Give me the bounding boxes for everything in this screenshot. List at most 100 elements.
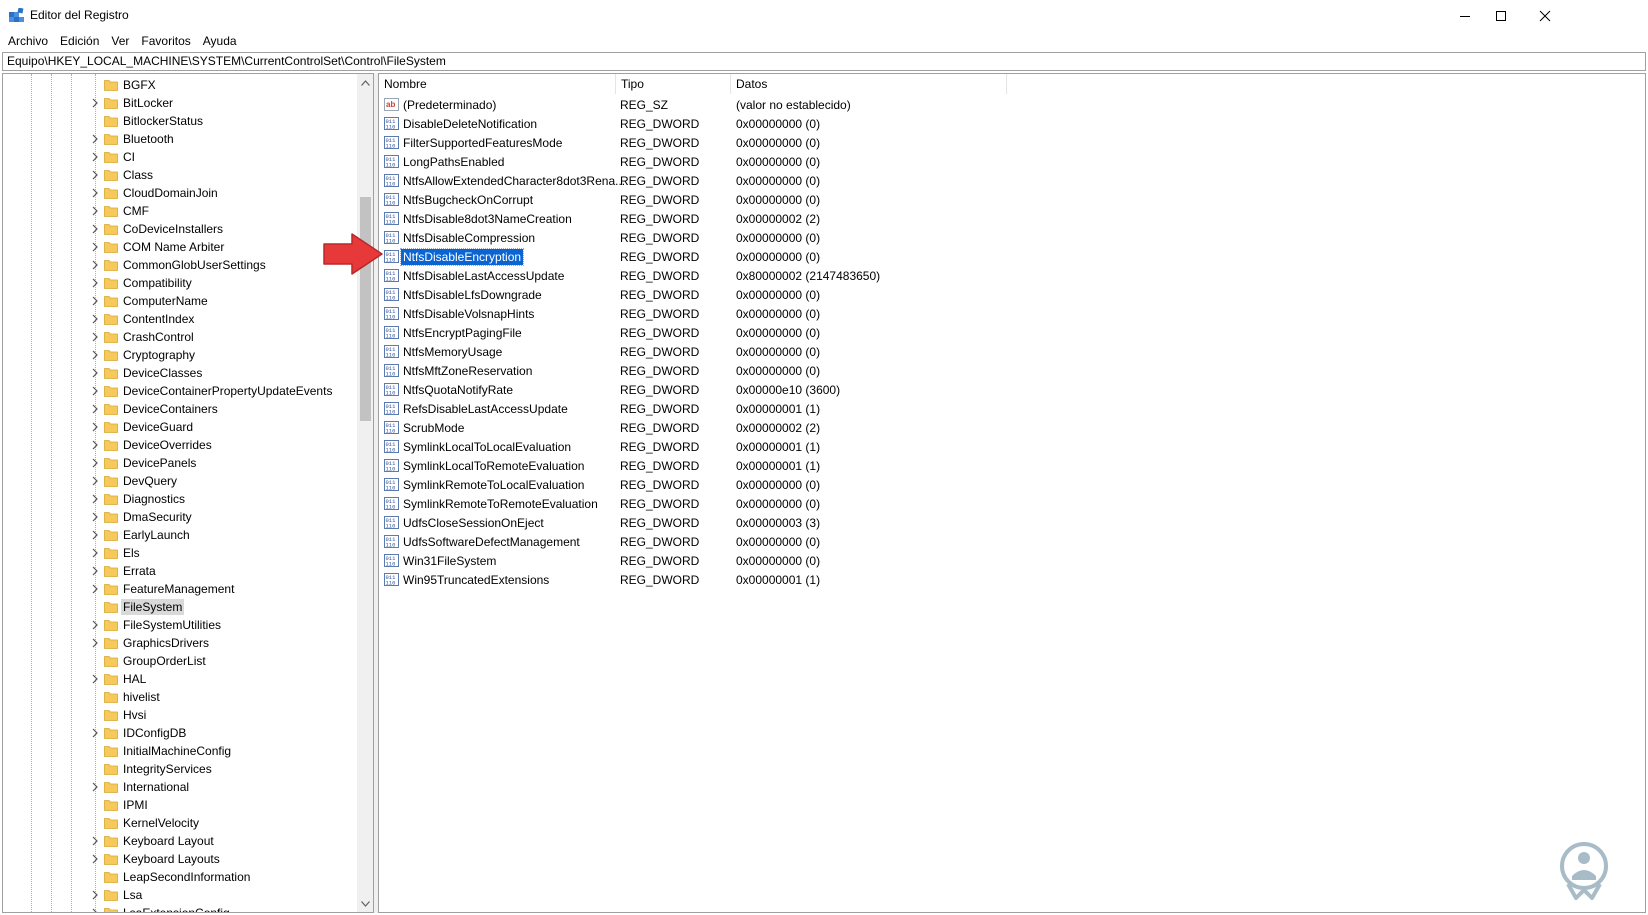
value-row[interactable]: 011 110 NtfsDisable8dot3NameCreation REG_DW… <box>379 209 1645 228</box>
tree-scrollbar[interactable] <box>357 74 373 912</box>
value-row[interactable]: ab (Predeterminado) REG_SZ (valor no establ… <box>379 95 1645 114</box>
chevron-right-icon[interactable] <box>90 350 100 360</box>
tree-item-featuremanagement[interactable]: FeatureManagement <box>3 580 358 598</box>
tree-item-dmasecurity[interactable]: DmaSecurity <box>3 508 358 526</box>
value-row[interactable]: 011 110 NtfsMemoryUsage REG_DWORD 0x00000000… <box>379 342 1645 361</box>
tree-item-codeviceinstallers[interactable]: CoDeviceInstallers <box>3 220 358 238</box>
tree-item-grouporderlist[interactable]: GroupOrderList <box>3 652 358 670</box>
scroll-down-button[interactable] <box>357 895 373 912</box>
chevron-right-icon[interactable] <box>90 548 100 558</box>
tree-item-kernelvelocity[interactable]: KernelVelocity <box>3 814 358 832</box>
menu-edicion[interactable]: Edición <box>54 31 105 51</box>
close-button[interactable] <box>1522 0 1568 31</box>
tree-item-hvsi[interactable]: Hvsi <box>3 706 358 724</box>
value-row[interactable]: 011 110 NtfsDisableEncryption REG_DWORD 0x00… <box>379 247 1645 266</box>
chevron-right-icon[interactable] <box>90 98 100 108</box>
menu-ver[interactable]: Ver <box>105 31 135 51</box>
tree-item-deviceclasses[interactable]: DeviceClasses <box>3 364 358 382</box>
value-row[interactable]: 011 110 Win31FileSystem REG_DWORD 0x00000000… <box>379 551 1645 570</box>
tree-item-deviceoverrides[interactable]: DeviceOverrides <box>3 436 358 454</box>
tree-item-compatibility[interactable]: Compatibility <box>3 274 358 292</box>
value-row[interactable]: 011 110 Win95TruncatedExtensions REG_DWORD 0… <box>379 570 1645 589</box>
value-row[interactable]: 011 110 UdfsCloseSessionOnEject REG_DWORD 0x… <box>379 513 1645 532</box>
chevron-right-icon[interactable] <box>90 224 100 234</box>
tree-item-ci[interactable]: CI <box>3 148 358 166</box>
tree-item-ipmi[interactable]: IPMI <box>3 796 358 814</box>
value-row[interactable]: 011 110 NtfsQuotaNotifyRate REG_DWORD 0x0000… <box>379 380 1645 399</box>
tree-item-contentindex[interactable]: ContentIndex <box>3 310 358 328</box>
chevron-right-icon[interactable] <box>90 404 100 414</box>
chevron-right-icon[interactable] <box>90 134 100 144</box>
chevron-right-icon[interactable] <box>90 278 100 288</box>
tree-item-idconfigdb[interactable]: IDConfigDB <box>3 724 358 742</box>
chevron-right-icon[interactable] <box>90 530 100 540</box>
tree-item-lsaextensionconfig[interactable]: LsaExtensionConfig <box>3 904 358 913</box>
tree-item-bitlockerstatus[interactable]: BitlockerStatus <box>3 112 358 130</box>
tree-item-keyboard-layouts[interactable]: Keyboard Layouts <box>3 850 358 868</box>
tree-item-bitlocker[interactable]: BitLocker <box>3 94 358 112</box>
value-row[interactable]: 011 110 LongPathsEnabled REG_DWORD 0x0000000… <box>379 152 1645 171</box>
tree-item-crashcontrol[interactable]: CrashControl <box>3 328 358 346</box>
value-row[interactable]: 011 110 NtfsDisableLastAccessUpdate REG_DWO… <box>379 266 1645 285</box>
tree-item-bgfx[interactable]: BGFX <box>3 76 358 94</box>
tree-item-integrityservices[interactable]: IntegrityServices <box>3 760 358 778</box>
tree-item-diagnostics[interactable]: Diagnostics <box>3 490 358 508</box>
tree-item-graphicsdrivers[interactable]: GraphicsDrivers <box>3 634 358 652</box>
menu-archivo[interactable]: Archivo <box>2 31 54 51</box>
tree-item-deviceguard[interactable]: DeviceGuard <box>3 418 358 436</box>
tree-item-clouddomainjoin[interactable]: CloudDomainJoin <box>3 184 358 202</box>
menu-favoritos[interactable]: Favoritos <box>135 31 196 51</box>
chevron-right-icon[interactable] <box>90 242 100 252</box>
value-row[interactable]: 011 110 SymlinkRemoteToLocalEvaluation REG_… <box>379 475 1645 494</box>
chevron-right-icon[interactable] <box>90 170 100 180</box>
value-row[interactable]: 011 110 RefsDisableLastAccessUpdate REG_DWO… <box>379 399 1645 418</box>
tree-item-keyboard-layout[interactable]: Keyboard Layout <box>3 832 358 850</box>
tree-item-class[interactable]: Class <box>3 166 358 184</box>
tree-item-com-name-arbiter[interactable]: COM Name Arbiter <box>3 238 358 256</box>
chevron-right-icon[interactable] <box>90 206 100 216</box>
value-row[interactable]: 011 110 ScrubMode REG_DWORD 0x00000002 (2) <box>379 418 1645 437</box>
chevron-right-icon[interactable] <box>90 512 100 522</box>
tree-item-earlylaunch[interactable]: EarlyLaunch <box>3 526 358 544</box>
tree-item-leapsecondinformation[interactable]: LeapSecondInformation <box>3 868 358 886</box>
tree-item-filesystemutilities[interactable]: FileSystemUtilities <box>3 616 358 634</box>
key-tree-pane[interactable]: BGFX BitLocker BitlockerStatus Bluetooth CI C… <box>2 73 374 913</box>
value-row[interactable]: 011 110 NtfsDisableLfsDowngrade REG_DWORD 0x… <box>379 285 1645 304</box>
chevron-right-icon[interactable] <box>90 260 100 270</box>
tree-item-errata[interactable]: Errata <box>3 562 358 580</box>
chevron-right-icon[interactable] <box>90 314 100 324</box>
column-header-tipo[interactable]: Tipo <box>616 74 731 94</box>
chevron-right-icon[interactable] <box>90 782 100 792</box>
tree-item-devicecontainerpropertyupdateevents[interactable]: DeviceContainerPropertyUpdateEvents <box>3 382 358 400</box>
chevron-right-icon[interactable] <box>90 296 100 306</box>
column-header-nombre[interactable]: Nombre <box>379 74 616 94</box>
chevron-right-icon[interactable] <box>90 368 100 378</box>
value-row[interactable]: 011 110 UdfsSoftwareDefectManagement REG_DW… <box>379 532 1645 551</box>
chevron-right-icon[interactable] <box>90 458 100 468</box>
chevron-right-icon[interactable] <box>90 476 100 486</box>
chevron-right-icon[interactable] <box>90 494 100 504</box>
chevron-right-icon[interactable] <box>90 422 100 432</box>
chevron-right-icon[interactable] <box>90 566 100 576</box>
chevron-right-icon[interactable] <box>90 386 100 396</box>
value-row[interactable]: 011 110 NtfsAllowExtendedCharacter8dot3Ren… <box>379 171 1645 190</box>
chevron-right-icon[interactable] <box>90 854 100 864</box>
value-row[interactable]: 011 110 FilterSupportedFeaturesMode REG_DWO… <box>379 133 1645 152</box>
tree-item-cmf[interactable]: CMF <box>3 202 358 220</box>
value-row[interactable]: 011 110 NtfsEncryptPagingFile REG_DWORD 0x00… <box>379 323 1645 342</box>
chevron-right-icon[interactable] <box>90 620 100 630</box>
chevron-right-icon[interactable] <box>90 908 100 913</box>
chevron-right-icon[interactable] <box>90 332 100 342</box>
value-row[interactable]: 011 110 NtfsDisableCompression REG_DWORD 0x0… <box>379 228 1645 247</box>
column-header-datos[interactable]: Datos <box>731 74 1007 94</box>
chevron-right-icon[interactable] <box>90 584 100 594</box>
tree-item-devicecontainers[interactable]: DeviceContainers <box>3 400 358 418</box>
tree-item-els[interactable]: Els <box>3 544 358 562</box>
scroll-thumb[interactable] <box>360 197 371 421</box>
value-row[interactable]: 011 110 SymlinkLocalToLocalEvaluation REG_D… <box>379 437 1645 456</box>
tree-item-computername[interactable]: ComputerName <box>3 292 358 310</box>
value-row[interactable]: 011 110 SymlinkRemoteToRemoteEvaluation REG… <box>379 494 1645 513</box>
tree-item-bluetooth[interactable]: Bluetooth <box>3 130 358 148</box>
chevron-right-icon[interactable] <box>90 188 100 198</box>
maximize-button[interactable] <box>1478 0 1524 31</box>
